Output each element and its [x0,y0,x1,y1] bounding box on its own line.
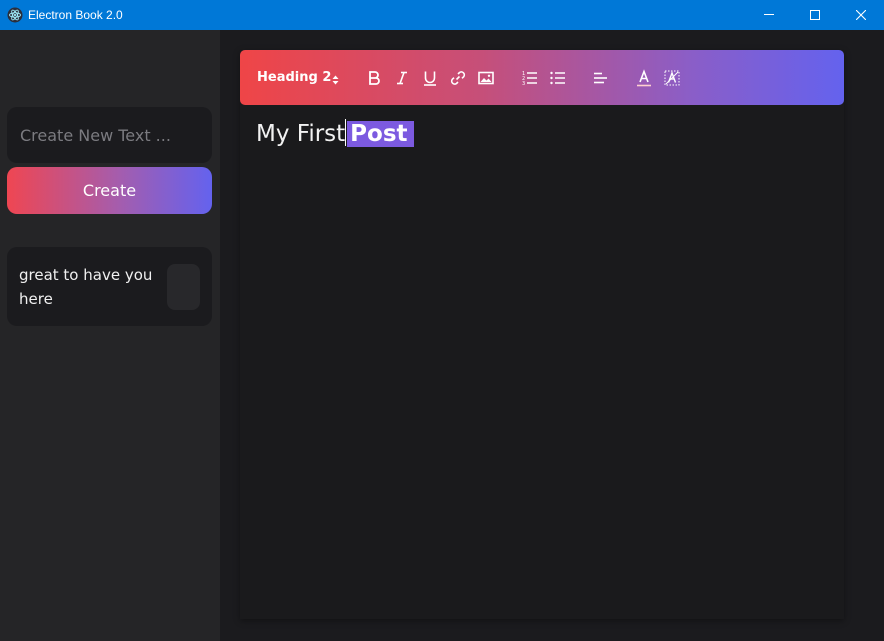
sidebar: Create great to have you here [0,30,220,641]
heading-text: My First [256,121,346,147]
note-action-button[interactable] [167,264,200,310]
selected-text: Post [347,121,414,147]
bullet-list-icon[interactable] [547,67,569,89]
close-icon [856,10,866,20]
maximize-icon [810,10,820,20]
select-arrows-icon[interactable] [332,71,339,90]
bold-icon[interactable] [363,67,385,89]
heading-select[interactable]: Heading 2 [257,67,331,89]
minimize-button[interactable] [746,0,792,30]
svg-text:3: 3 [522,81,525,87]
link-icon[interactable] [447,67,469,89]
window-title: Electron Book 2.0 [28,8,123,22]
electron-icon [7,7,23,23]
editor-area: Heading 2 123 My First Post [220,30,884,641]
close-button[interactable] [838,0,884,30]
new-text-input[interactable] [7,107,212,163]
ordered-list-icon[interactable]: 123 [519,67,541,89]
align-left-icon[interactable] [590,67,612,89]
minimize-icon [764,14,774,15]
note-title: great to have you here [19,266,153,308]
note-list-item[interactable]: great to have you here [7,247,212,326]
maximize-button[interactable] [792,0,838,30]
title-bar: Electron Book 2.0 [0,0,884,30]
clear-format-icon[interactable] [661,67,683,89]
italic-icon[interactable] [391,67,413,89]
text-color-icon[interactable] [633,67,655,89]
create-button[interactable]: Create [7,167,212,214]
image-icon[interactable] [475,67,497,89]
editor-content[interactable]: My First Post [256,118,414,150]
underline-icon[interactable] [419,67,441,89]
editor-toolbar: Heading 2 123 [240,50,844,105]
